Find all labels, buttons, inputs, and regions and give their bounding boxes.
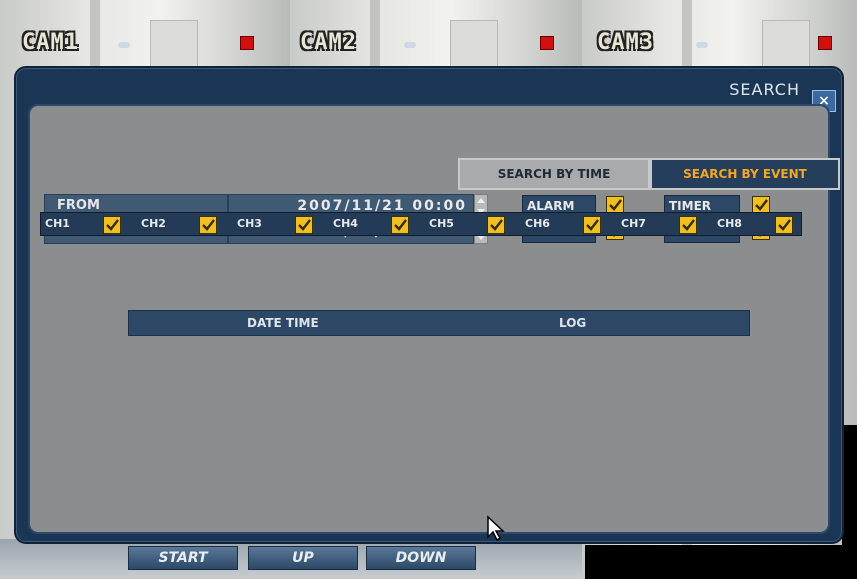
check-icon	[778, 219, 791, 231]
channel-label-5: CH5	[429, 217, 454, 230]
check-icon	[202, 219, 215, 231]
record-indicator-3	[818, 36, 832, 50]
check-icon	[298, 219, 311, 231]
check-icon	[609, 199, 622, 211]
dialog-title: SEARCH	[729, 80, 800, 99]
no-signal-area-bottom	[585, 545, 857, 579]
camera-label-2: CAM2	[300, 30, 357, 55]
column-log: LOG	[559, 316, 587, 330]
camera-status-dot-3	[696, 42, 708, 48]
check-icon	[490, 219, 503, 231]
channel-checkbox-6[interactable]	[583, 216, 601, 234]
up-button[interactable]: UP	[248, 546, 358, 570]
channel-label-6: CH6	[525, 217, 550, 230]
check-icon	[106, 219, 119, 231]
camera-label-3: CAM3	[597, 30, 654, 55]
channel-label-8: CH8	[717, 217, 742, 230]
check-icon	[586, 219, 599, 231]
search-dialog: SEARCH × SEARCH BY TIME SEARCH BY EVENT …	[14, 66, 844, 570]
channel-checkbox-8[interactable]	[775, 216, 793, 234]
channel-selector-bar: CH1 CH2 CH3 CH4 CH5 CH6 CH7 CH8	[40, 212, 802, 236]
channel-label-4: CH4	[333, 217, 358, 230]
search-panel: SEARCH BY TIME SEARCH BY EVENT FROM 2007…	[28, 104, 840, 570]
check-icon	[394, 219, 407, 231]
channel-label-2: CH2	[141, 217, 166, 230]
column-date-time: DATE TIME	[247, 316, 319, 330]
tab-search-by-time[interactable]: SEARCH BY TIME	[458, 158, 650, 190]
record-indicator-1	[240, 36, 254, 50]
check-icon	[682, 219, 695, 231]
check-icon	[755, 199, 768, 211]
channel-checkbox-1[interactable]	[103, 216, 121, 234]
channel-checkbox-7[interactable]	[679, 216, 697, 234]
channel-label-3: CH3	[237, 217, 262, 230]
mouse-cursor-icon	[487, 515, 505, 541]
start-button[interactable]: START	[128, 546, 238, 570]
camera-label-1: CAM1	[22, 30, 79, 55]
log-table-header: DATE TIME LOG	[128, 310, 750, 336]
down-button[interactable]: DOWN	[366, 546, 476, 570]
channel-checkbox-3[interactable]	[295, 216, 313, 234]
record-indicator-2	[540, 36, 554, 50]
channel-label-7: CH7	[621, 217, 646, 230]
camera-status-dot-2	[404, 42, 416, 48]
tab-search-by-event[interactable]: SEARCH BY EVENT	[650, 158, 840, 190]
channel-checkbox-5[interactable]	[487, 216, 505, 234]
channel-label-1: CH1	[45, 217, 70, 230]
channel-checkbox-2[interactable]	[199, 216, 217, 234]
channel-checkbox-4[interactable]	[391, 216, 409, 234]
camera-status-dot-1	[118, 42, 130, 48]
